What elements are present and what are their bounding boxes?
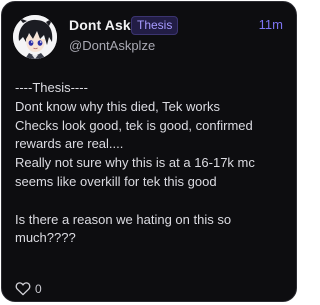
thesis-tag-badge[interactable]: Thesis [131,16,179,35]
post-body-line: seems like overkill for tek this good [15,173,217,189]
anime-avatar-icon [13,15,57,59]
post-body-line: much???? [15,230,76,246]
post-card: Dont Ask Thesis 11m @DontAskplze ----The… [1,1,297,302]
post-body-line: Checks look good, tek is good, confirmed [15,117,253,133]
like-button[interactable]: 0 [15,281,42,296]
heart-icon [15,282,31,296]
post-body-line: Dont know why this died, Tek works [15,98,220,114]
post-body: ----Thesis---- Dont know why this died, … [15,79,290,248]
author-name[interactable]: Dont Ask [69,17,131,33]
post-body-blank-line [15,192,290,211]
post-body-line: Really not sure why this is at a 16-17k … [15,155,255,171]
post-body-line: ----Thesis---- [15,80,88,95]
post-timestamp: 11m [258,17,283,32]
post-body-line: rewards are real.... [15,136,124,152]
author-handle[interactable]: @DontAskplze [69,38,155,53]
post-body-line: Is there a reason we hating on this so [15,211,232,227]
like-count: 0 [35,281,42,296]
author-avatar[interactable] [13,15,57,59]
